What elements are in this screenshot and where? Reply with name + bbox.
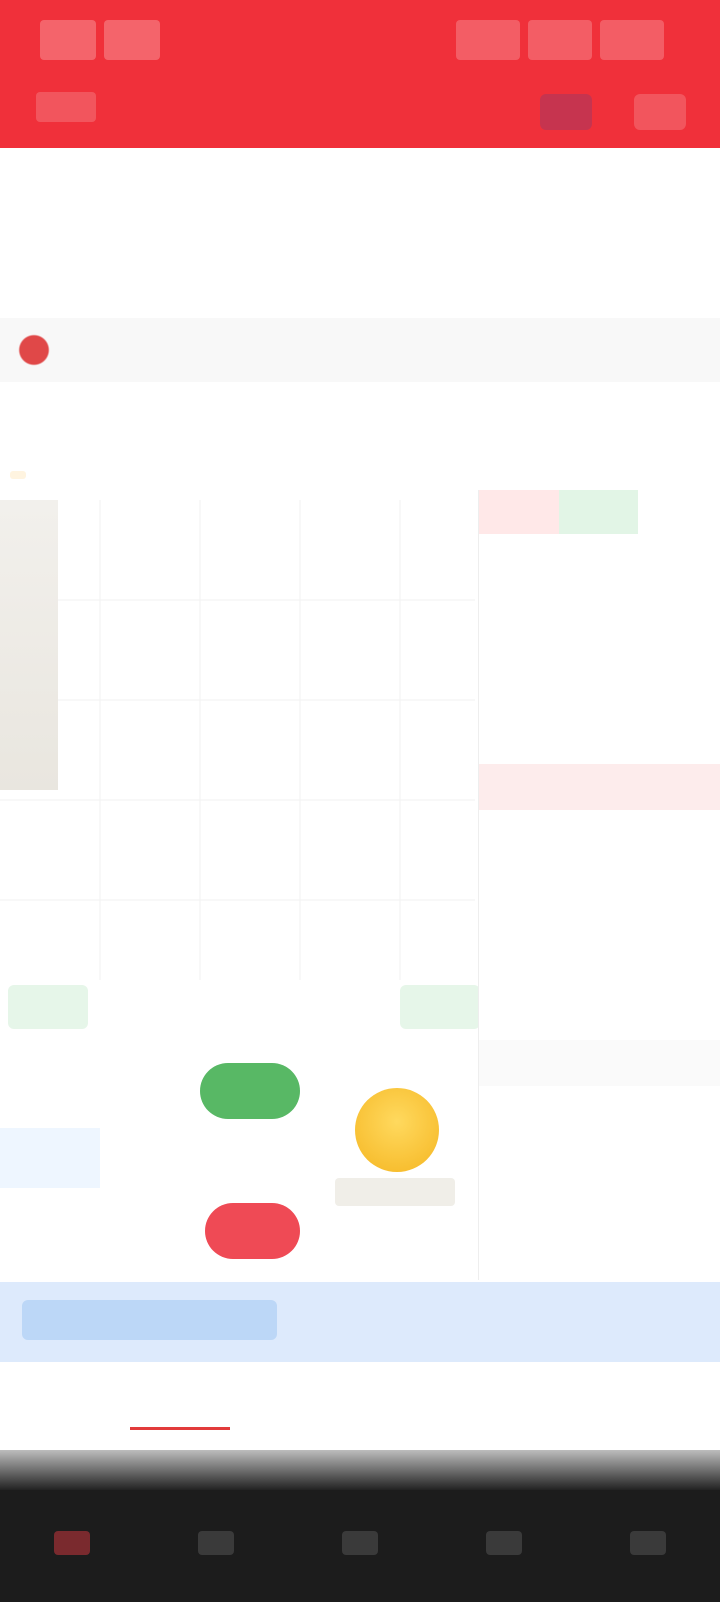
status-bar-right — [424, 20, 664, 60]
tab-period-1[interactable] — [6, 402, 96, 442]
order-book-row[interactable] — [479, 810, 720, 856]
order-book-row[interactable] — [479, 764, 720, 810]
bottom-navigation — [0, 1490, 720, 1602]
coin-label — [335, 1178, 455, 1206]
indicator-legend — [0, 455, 470, 495]
tab-period-3[interactable] — [212, 402, 302, 442]
order-book-sell-header[interactable] — [479, 490, 559, 534]
chart-volume-button-right[interactable] — [400, 985, 480, 1029]
section-tabs — [0, 1370, 720, 1450]
order-book-row[interactable] — [479, 626, 720, 672]
nav-item-profile[interactable] — [593, 1511, 703, 1581]
wifi-icon — [528, 20, 592, 60]
tab-period-7[interactable] — [623, 402, 713, 442]
search-icon[interactable] — [540, 94, 592, 130]
order-book-row[interactable] — [479, 1086, 720, 1132]
trade-icon — [342, 1531, 378, 1555]
order-book-buy-header[interactable] — [558, 490, 639, 534]
nav-item-trade[interactable] — [305, 1511, 415, 1581]
home-icon — [54, 1531, 90, 1555]
chart-left-scale — [0, 500, 58, 790]
battery-icon — [600, 20, 664, 60]
more-icon[interactable] — [634, 94, 686, 130]
quote-summary — [0, 150, 720, 310]
order-book-other-header[interactable] — [638, 490, 720, 534]
order-book — [478, 490, 720, 1280]
buy-button[interactable] — [200, 1063, 300, 1119]
section-tab-3[interactable] — [250, 1390, 350, 1430]
market-icon — [198, 1531, 234, 1555]
status-bar-left — [40, 20, 190, 60]
order-book-row[interactable] — [479, 856, 720, 902]
order-book-row[interactable] — [479, 718, 720, 764]
section-tab-2[interactable] — [130, 1390, 230, 1430]
section-tab-5[interactable] — [490, 1390, 590, 1430]
tab-period-4[interactable] — [315, 402, 405, 442]
back-button[interactable] — [36, 92, 96, 122]
status-indicator-icon — [104, 20, 160, 60]
tab-divider-shadow — [0, 1450, 720, 1490]
info-chip[interactable] — [0, 1128, 100, 1188]
order-book-row[interactable] — [479, 994, 720, 1040]
status-bar — [0, 14, 720, 64]
chart-canvas — [0, 500, 475, 980]
order-book-row[interactable] — [479, 1040, 720, 1086]
nav-item-wealth[interactable] — [449, 1511, 559, 1581]
news-ticker[interactable] — [0, 318, 720, 382]
coin-icon[interactable] — [355, 1088, 439, 1172]
sell-button[interactable] — [205, 1203, 300, 1259]
section-tab-4[interactable] — [370, 1390, 470, 1430]
order-book-row[interactable] — [479, 580, 720, 626]
trade-actions — [0, 1048, 478, 1278]
order-book-row[interactable] — [479, 1178, 720, 1224]
order-book-row[interactable] — [479, 1224, 720, 1270]
order-book-row[interactable] — [479, 948, 720, 994]
chart-period-tabs — [0, 392, 720, 452]
order-book-row[interactable] — [479, 1132, 720, 1178]
profile-icon — [630, 1531, 666, 1555]
order-book-rows — [479, 534, 720, 1270]
order-book-row[interactable] — [479, 672, 720, 718]
nav-item-market[interactable] — [161, 1511, 271, 1581]
order-book-header — [479, 490, 720, 534]
tab-period-2[interactable] — [109, 402, 199, 442]
tab-period-5[interactable] — [418, 402, 508, 442]
news-icon — [10, 330, 58, 370]
status-time — [40, 20, 96, 60]
promo-banner[interactable] — [0, 1282, 720, 1362]
order-book-row[interactable] — [479, 902, 720, 948]
page-title-block — [260, 80, 460, 136]
news-text — [68, 334, 610, 366]
title-bar — [0, 80, 720, 136]
price-chart[interactable] — [0, 500, 475, 1050]
promo-banner-text — [22, 1300, 277, 1340]
signal-icon — [456, 20, 520, 60]
order-book-row[interactable] — [479, 534, 720, 580]
wealth-icon — [486, 1531, 522, 1555]
chart-volume-button-left[interactable] — [8, 985, 88, 1029]
nav-item-home[interactable] — [17, 1511, 127, 1581]
app-header — [0, 0, 720, 148]
section-tab-1[interactable] — [10, 1390, 110, 1430]
indicator-tag[interactable] — [10, 471, 26, 479]
tab-period-6[interactable] — [521, 402, 611, 442]
news-right-label — [610, 334, 700, 366]
section-tab-6[interactable] — [610, 1390, 710, 1430]
